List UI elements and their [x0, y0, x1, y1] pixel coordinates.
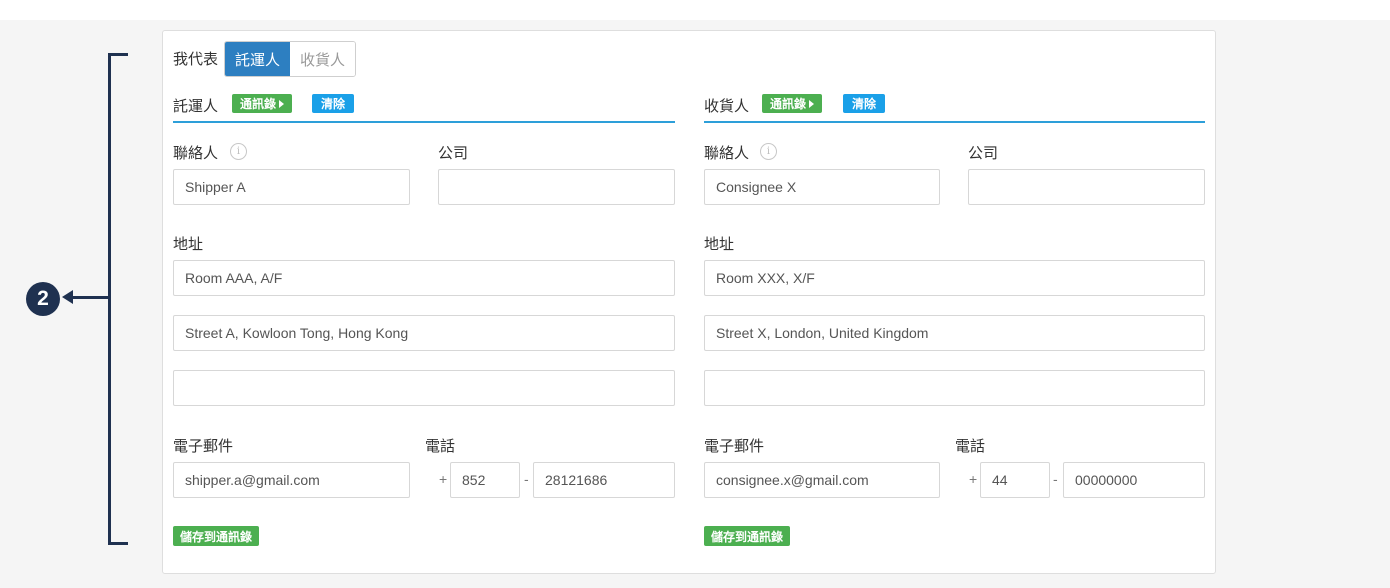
- consignee-address-line1-input[interactable]: Room XXX, X/F: [704, 260, 1205, 296]
- shipper-phone-label: 電話: [425, 438, 456, 455]
- shipper-address-line2-input[interactable]: Street A, Kowloon Tong, Hong Kong: [173, 315, 675, 351]
- shipper-address-book-label: 通訊錄: [240, 97, 277, 111]
- consignee-save-to-address-book-button[interactable]: 儲存到通訊錄: [704, 526, 791, 546]
- shipper-contact-label: 聯絡人: [173, 145, 219, 162]
- shipper-address-book-button[interactable]: 通訊錄: [232, 94, 293, 113]
- annotation-marker: 2: [26, 282, 60, 316]
- role-option-consignee[interactable]: 收貨人: [290, 42, 356, 76]
- caret-right-icon: [279, 99, 285, 108]
- consignee-phone-code-input[interactable]: 44: [980, 462, 1050, 498]
- shipper-divider: [173, 121, 675, 123]
- consignee-address-line2-input[interactable]: Street X, London, United Kingdom: [704, 315, 1205, 351]
- shipper-email-input[interactable]: shipper.a@gmail.com: [173, 462, 410, 498]
- shipper-company-input[interactable]: [438, 169, 675, 205]
- info-circle-icon[interactable]: i: [760, 143, 777, 160]
- shipper-email-label: 電子郵件: [173, 438, 234, 455]
- shipper-address-line3-input[interactable]: [173, 370, 675, 406]
- consignee-phone-label: 電話: [955, 438, 986, 455]
- annotation-bracket-top: [108, 53, 128, 56]
- role-selector: 託運人 收貨人: [224, 41, 357, 77]
- consignee-email-input[interactable]: consignee.x@gmail.com: [704, 462, 940, 498]
- consignee-address-label: 地址: [704, 236, 735, 253]
- shipper-address-label: 地址: [173, 236, 204, 253]
- role-selector-label: 我代表: [173, 51, 219, 68]
- consignee-address-book-button[interactable]: 通訊錄: [762, 94, 823, 113]
- consignee-divider: [704, 121, 1205, 123]
- shipment-parties-card: 我代表 託運人 收貨人 託運人 通訊錄 清除 聯絡人 i 公司 Shipper …: [162, 30, 1216, 574]
- consignee-address-book-label: 通訊錄: [770, 97, 807, 111]
- shipper-contact-input[interactable]: Shipper A: [173, 169, 410, 205]
- shipper-clear-button[interactable]: 清除: [312, 94, 355, 113]
- consignee-address-line3-input[interactable]: [704, 370, 1205, 406]
- consignee-company-input[interactable]: [968, 169, 1205, 205]
- caret-right-icon: [809, 99, 815, 108]
- consignee-phone-dash: -: [1053, 471, 1058, 487]
- consignee-clear-button[interactable]: 清除: [843, 94, 886, 113]
- shipper-address-line1-input[interactable]: Room AAA, A/F: [173, 260, 675, 296]
- info-circle-icon[interactable]: i: [230, 143, 247, 160]
- consignee-contact-input[interactable]: Consignee X: [704, 169, 940, 205]
- annotation-arrow-line: [72, 296, 109, 299]
- shipper-save-to-address-book-button[interactable]: 儲存到通訊錄: [173, 526, 260, 546]
- shipper-company-label: 公司: [438, 145, 469, 162]
- consignee-company-label: 公司: [968, 145, 999, 162]
- consignee-email-label: 電子郵件: [704, 438, 765, 455]
- consignee-phone-plus: +: [969, 471, 978, 487]
- shipper-phone-number-input[interactable]: 28121686: [533, 462, 675, 498]
- consignee-contact-label: 聯絡人: [704, 145, 750, 162]
- role-option-shipper[interactable]: 託運人: [225, 42, 291, 76]
- shipper-section-title: 託運人: [173, 98, 219, 115]
- annotation-bracket: [108, 53, 111, 545]
- shipper-phone-code-input[interactable]: 852: [450, 462, 520, 498]
- top-bar: [0, 0, 1390, 20]
- shipper-phone-plus: +: [439, 471, 448, 487]
- consignee-section-title: 收貨人: [704, 98, 750, 115]
- annotation-bracket-bottom: [108, 542, 128, 545]
- consignee-phone-number-input[interactable]: 00000000: [1063, 462, 1205, 498]
- shipper-phone-dash: -: [524, 471, 529, 487]
